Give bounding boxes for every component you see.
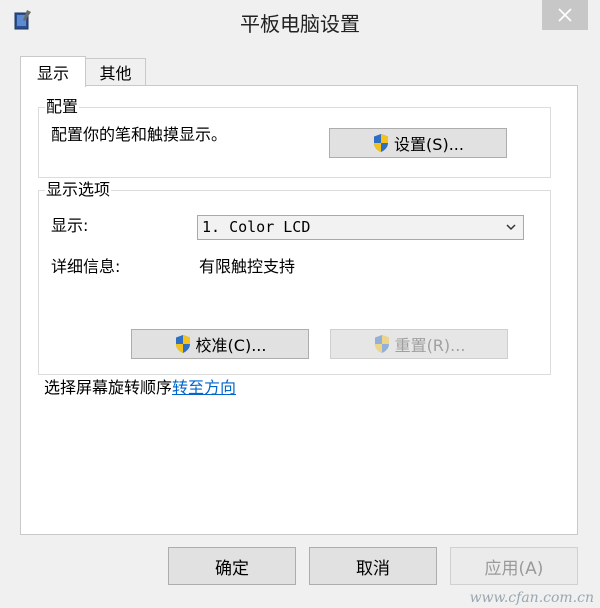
uac-shield-icon bbox=[374, 335, 389, 353]
chevron-down-icon bbox=[506, 224, 516, 231]
reset-button[interactable]: 重置(R)... bbox=[330, 329, 508, 359]
tab-display[interactable]: 显示 bbox=[20, 56, 86, 87]
calibrate-button-label: 校准(C)... bbox=[195, 336, 267, 355]
ok-button[interactable]: 确定 bbox=[168, 547, 296, 585]
window-title: 平板电脑设置 bbox=[240, 12, 360, 36]
watermark: www.cfan.com.cn bbox=[469, 590, 594, 606]
details-value: 有限触控支持 bbox=[199, 257, 296, 276]
display-label: 显示: bbox=[51, 216, 89, 235]
close-button[interactable] bbox=[542, 0, 588, 30]
rotation-row: 选择屏幕旋转顺序转至方向 bbox=[44, 378, 236, 398]
display-options-legend: 显示选项 bbox=[45, 180, 112, 200]
config-group-legend: 配置 bbox=[45, 97, 80, 117]
config-group: 配置 配置你的笔和触摸显示。 设置(S)... bbox=[38, 97, 551, 178]
setup-button[interactable]: 设置(S)... bbox=[329, 128, 507, 158]
calibrate-button[interactable]: 校准(C)... bbox=[131, 329, 309, 359]
uac-shield-icon bbox=[374, 134, 389, 152]
tab-panel: 配置 配置你的笔和触摸显示。 设置(S)... 显示选项 显示: 1. Colo… bbox=[20, 85, 578, 535]
reset-button-label: 重置(R)... bbox=[394, 336, 466, 355]
config-description: 配置你的笔和触摸显示。 bbox=[51, 125, 228, 144]
display-select[interactable]: 1. Color LCD bbox=[197, 215, 524, 240]
close-icon bbox=[558, 8, 572, 22]
display-options-group: 显示选项 显示: 1. Color LCD 详细信息: 有限触控支持 校准(C)… bbox=[38, 180, 551, 375]
cancel-button[interactable]: 取消 bbox=[309, 547, 437, 585]
setup-button-label: 设置(S)... bbox=[394, 135, 464, 154]
go-to-orientation-link[interactable]: 转至方向 bbox=[172, 378, 236, 397]
display-select-value: 1. Color LCD bbox=[202, 218, 311, 236]
tab-other[interactable]: 其他 bbox=[85, 58, 146, 85]
details-label: 详细信息: bbox=[51, 257, 121, 276]
rotation-text: 选择屏幕旋转顺序 bbox=[44, 378, 173, 397]
title-bar: 平板电脑设置 bbox=[0, 0, 600, 44]
apply-button[interactable]: 应用(A) bbox=[450, 547, 578, 585]
uac-shield-icon bbox=[175, 335, 190, 353]
